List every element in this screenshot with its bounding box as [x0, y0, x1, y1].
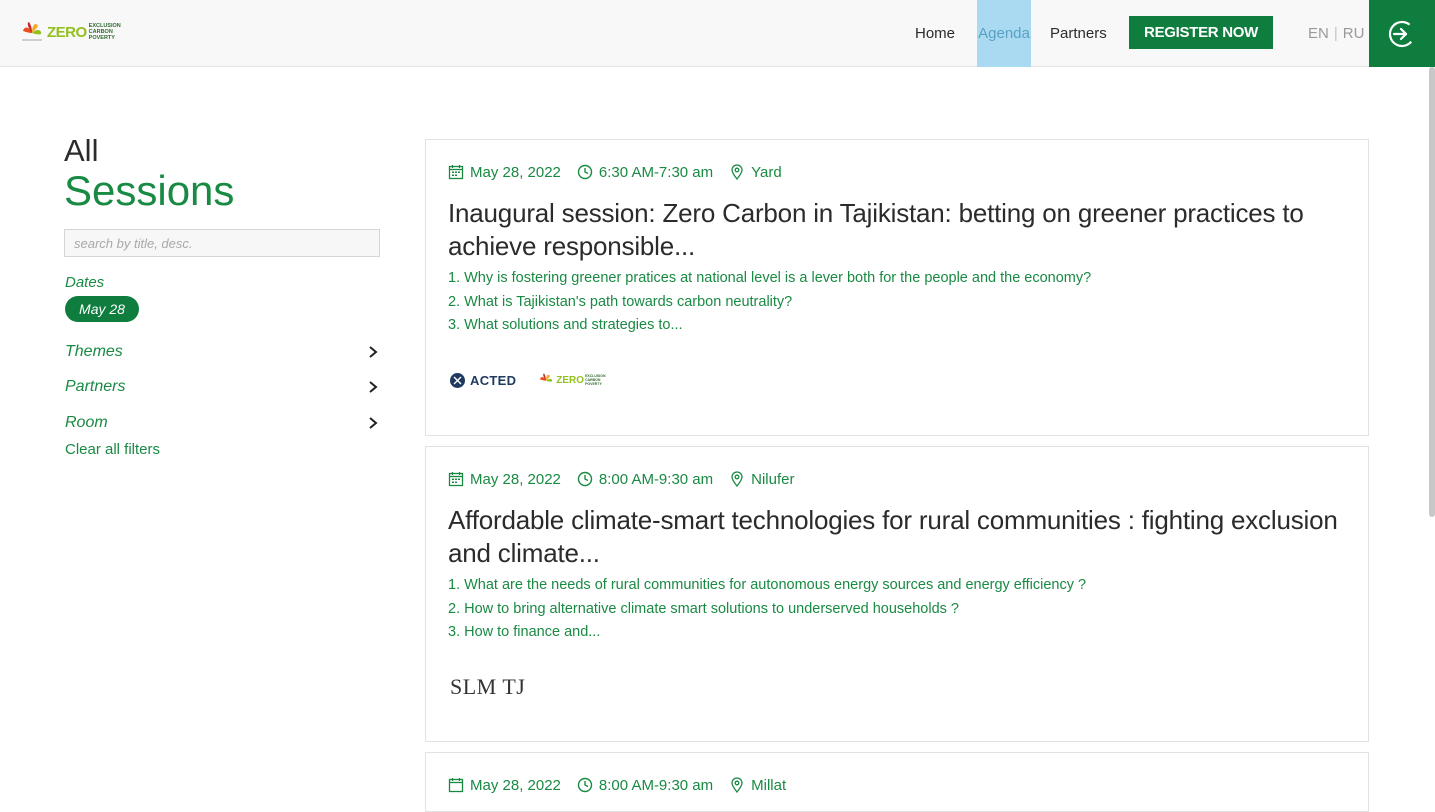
calendar-icon	[448, 472, 464, 487]
location-pin-icon	[731, 777, 743, 793]
filter-label: Themes	[65, 343, 123, 360]
search-input[interactable]	[64, 229, 380, 257]
lang-separator: |	[1333, 25, 1338, 42]
partner-logo-subtext: EXCLUSION CARBON POVERTY	[585, 374, 605, 386]
session-time: 6:30 AM-7:30 am	[598, 163, 714, 181]
acted-logo-text: ACTED	[470, 372, 517, 388]
filter-room[interactable]: Room	[65, 412, 379, 434]
lang-ru-link[interactable]: RU	[1343, 25, 1365, 42]
session-room: Nilufer	[751, 470, 795, 488]
session-meta: May 28, 2022 8:00 AM-9:30 am Millat	[448, 775, 802, 795]
calendar-icon	[448, 165, 464, 180]
filter-label: Room	[65, 414, 108, 431]
register-now-button[interactable]: REGISTER NOW	[1129, 16, 1273, 49]
session-date: May 28, 2022	[470, 776, 561, 794]
acted-emblem-icon	[450, 372, 465, 388]
session-title[interactable]: Affordable climate-smart technologies fo…	[448, 504, 1348, 570]
chevron-right-icon	[369, 417, 378, 429]
description-line: 1. What are the needs of rural communiti…	[448, 577, 1087, 593]
session-meta: May 28, 2022 8:00 AM-9:30 am Nilufer	[448, 469, 811, 489]
session-room: Millat	[751, 776, 787, 794]
session-time: 8:00 AM-9:30 am	[598, 470, 714, 488]
flower-logo-icon	[22, 22, 42, 41]
session-card[interactable]: May 28, 2022 8:00 AM-9:30 am Nilufer Aff…	[425, 446, 1369, 742]
zero-logo[interactable]: ZERO EXCLUSION CARBON POVERTY	[20, 18, 121, 46]
session-meta: May 28, 2022 6:30 AM-7:30 am Yard	[448, 162, 798, 182]
slm-tj-logo[interactable]: SLM TJ	[450, 674, 525, 700]
session-card[interactable]: May 28, 2022 8:00 AM-9:30 am Millat	[425, 752, 1369, 812]
session-date: May 28, 2022	[470, 470, 561, 488]
chevron-right-icon	[369, 381, 378, 393]
session-card[interactable]: May 28, 2022 6:30 AM-7:30 am Yard Inaugu…	[425, 139, 1369, 436]
description-line: 3. What solutions and strategies to...	[448, 317, 683, 333]
session-time: 8:00 AM-9:30 am	[598, 776, 714, 794]
logo-word: ZERO	[47, 23, 87, 41]
location-pin-icon	[731, 471, 743, 487]
logo-line: POVERTY	[585, 382, 602, 386]
page-scrollbar[interactable]	[1429, 67, 1435, 517]
lang-en-link[interactable]: EN	[1308, 25, 1329, 42]
session-partners: SLM TJ	[450, 674, 525, 700]
sidebar-title-sessions: Sessions	[64, 167, 235, 214]
clear-filters-link[interactable]: Clear all filters	[65, 441, 160, 458]
session-partners: ACTED ZERO EXCLUSION CARBON POVERTY	[450, 371, 605, 389]
logo-subtext: EXCLUSION CARBON POVERTY	[89, 23, 121, 41]
nav-agenda[interactable]: Agenda	[977, 0, 1031, 67]
session-room: Yard	[751, 163, 782, 181]
partner-logo-word: ZERO	[556, 374, 585, 386]
calendar-icon	[448, 778, 464, 793]
clock-icon	[577, 471, 593, 487]
chevron-right-icon	[369, 346, 378, 358]
location-pin-icon	[731, 164, 743, 180]
clock-icon	[577, 164, 593, 180]
logo-line: POVERTY	[88, 35, 115, 41]
session-description: 1. What are the needs of rural communiti…	[448, 574, 1348, 645]
acted-logo[interactable]: ACTED	[450, 372, 517, 388]
filter-partners[interactable]: Partners	[65, 376, 379, 398]
description-line: 2. What is Tajikistan's path towards car…	[448, 293, 793, 310]
session-date: May 28, 2022	[470, 163, 561, 181]
description-line: 1. Why is fostering greener pratices at …	[448, 270, 1092, 286]
session-title[interactable]: Inaugural session: Zero Carbon in Tajiki…	[448, 197, 1348, 263]
sign-in-icon	[1388, 20, 1416, 47]
dates-filter-label: Dates	[65, 274, 105, 291]
description-line: 2. How to bring alternative climate smar…	[448, 600, 959, 617]
session-description: 1. Why is fostering greener pratices at …	[448, 267, 1348, 338]
date-filter-may-28[interactable]: May 28	[65, 296, 139, 322]
clock-icon	[577, 777, 593, 793]
filter-themes[interactable]: Themes	[65, 341, 379, 363]
description-line: 3. How to finance and...	[448, 624, 601, 640]
nav-home[interactable]: Home	[915, 0, 955, 67]
sidebar-title-all: All	[64, 133, 99, 168]
flower-logo-icon	[540, 373, 553, 382]
nav-partners[interactable]: Partners	[1050, 0, 1107, 67]
zero-partner-logo[interactable]: ZERO EXCLUSION CARBON POVERTY	[538, 371, 605, 389]
login-button[interactable]	[1369, 0, 1435, 67]
filter-label: Partners	[65, 378, 126, 395]
top-header: ZERO EXCLUSION CARBON POVERTY Home Agend…	[0, 0, 1435, 67]
language-switcher: EN | RU	[1308, 0, 1364, 67]
